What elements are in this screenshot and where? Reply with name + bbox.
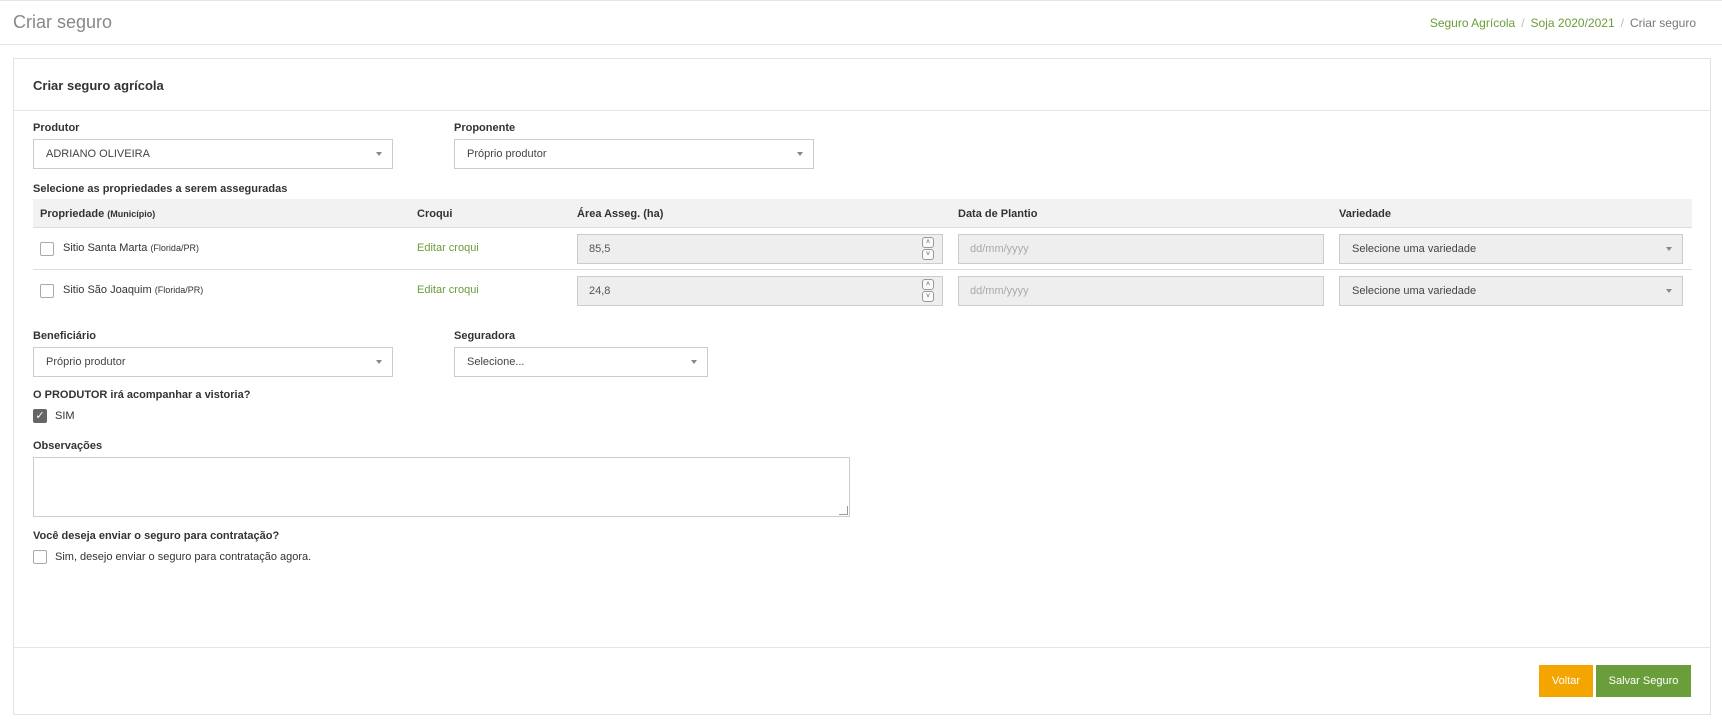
data-plantio-input[interactable]: dd/mm/yyyy [958,234,1324,264]
data-plantio-placeholder: dd/mm/yyyy [970,243,1029,255]
caret-down-icon [691,360,697,364]
resize-handle-icon[interactable] [839,506,848,515]
breadcrumb-current: Criar seguro [1629,16,1696,30]
property-municipio: (Florida/PR) [154,285,204,295]
card-title: Criar seguro agrícola [33,78,164,93]
area-value: 24,8 [589,285,611,297]
edit-croqui-link[interactable]: Editar croqui [417,242,479,254]
breadcrumb-separator: / [1521,16,1525,30]
breadcrumb-link-soja[interactable]: Soja 2020/2021 [1531,16,1615,30]
area-stepper[interactable]: ˄ ˅ [922,237,934,260]
chevron-up-icon[interactable]: ˄ [922,237,934,248]
contratacao-option-label: Sim, desejo enviar o seguro para contrat… [55,551,312,563]
column-header-area: Área Asseg. (ha) [577,208,664,220]
property-name: Sitio São Joaquim (Florida/PR) [63,284,204,296]
vistoria-checkbox[interactable]: ✓ [33,409,47,423]
table-row: Sitio Santa Marta (Florida/PR) Editar cr… [33,228,1692,270]
proponente-label: Proponente [454,122,516,134]
produtor-select[interactable]: ADRIANO OLIVEIRA [33,139,393,169]
breadcrumb-link-seguro-agricola[interactable]: Seguro Agrícola [1430,16,1515,30]
edit-croqui-link[interactable]: Editar croqui [417,284,479,296]
card-footer: Voltar Salvar Seguro [14,647,1710,715]
variedade-value: Selecione uma variedade [1352,285,1477,297]
area-input[interactable]: 24,8 ˄ ˅ [577,276,943,306]
row-checkbox[interactable] [40,284,54,298]
variedade-select[interactable]: Selecione uma variedade [1339,276,1683,306]
produtor-value: ADRIANO OLIVEIRA [46,148,150,160]
caret-down-icon [797,152,803,156]
proponente-select[interactable]: Próprio produtor [454,139,814,169]
column-header-municipio: (Município) [107,209,156,219]
variedade-select[interactable]: Selecione uma variedade [1339,234,1683,264]
contratacao-checkbox[interactable] [33,550,47,564]
vistoria-option-label: SIM [55,410,75,422]
data-plantio-input[interactable]: dd/mm/yyyy [958,276,1324,306]
chevron-up-icon[interactable]: ˄ [922,279,934,290]
chevron-down-icon[interactable]: ˅ [922,291,934,302]
column-header-variedade: Variedade [1339,208,1391,220]
card-header: Criar seguro agrícola [14,59,1710,111]
contratacao-label: Você deseja enviar o seguro para contrat… [33,530,280,542]
propriedades-label: Selecione as propriedades a serem assegu… [33,183,288,195]
caret-down-icon [1666,289,1672,293]
save-button[interactable]: Salvar Seguro [1596,665,1691,697]
variedade-value: Selecione uma variedade [1352,243,1477,255]
breadcrumb: Seguro Agrícola / Soja 2020/2021 / Criar… [1430,16,1696,30]
check-icon: ✓ [35,410,45,422]
top-bar: Criar seguro Seguro Agrícola / Soja 2020… [0,0,1722,45]
vistoria-label: O PRODUTOR irá acompanhar a vistoria? [33,389,251,401]
observacoes-textarea[interactable] [33,457,850,517]
seguradora-value: Selecione... [467,356,525,368]
table-row: Sitio São Joaquim (Florida/PR) Editar cr… [33,270,1692,312]
beneficiario-value: Próprio produtor [46,356,126,368]
data-plantio-placeholder: dd/mm/yyyy [970,285,1029,297]
seguradora-select[interactable]: Selecione... [454,347,708,377]
beneficiario-label: Beneficiário [33,330,96,342]
page-title: Criar seguro [13,12,113,32]
form-card: Criar seguro agrícola Produtor ADRIANO O… [13,58,1711,715]
property-name: Sitio Santa Marta (Florida/PR) [63,242,199,254]
area-input[interactable]: 85,5 ˄ ˅ [577,234,943,264]
beneficiario-select[interactable]: Próprio produtor [33,347,393,377]
caret-down-icon [376,152,382,156]
property-municipio: (Florida/PR) [150,243,199,253]
produtor-label: Produtor [33,122,80,134]
row-checkbox[interactable] [40,242,54,256]
column-header-data-plantio: Data de Plantio [958,208,1038,220]
seguradora-label: Seguradora [454,330,516,342]
column-header-croqui: Croqui [417,208,453,220]
area-value: 85,5 [589,243,611,255]
caret-down-icon [376,360,382,364]
area-stepper[interactable]: ˄ ˅ [922,279,934,302]
column-header-propriedade: Propriedade (Município) [40,208,156,220]
back-button[interactable]: Voltar [1539,665,1593,697]
observacoes-label: Observações [33,440,103,452]
caret-down-icon [1666,247,1672,251]
breadcrumb-separator: / [1620,16,1624,30]
table-header: Propriedade (Município) Croqui Área Asse… [33,199,1692,228]
proponente-value: Próprio produtor [467,148,547,160]
chevron-down-icon[interactable]: ˅ [922,249,934,260]
